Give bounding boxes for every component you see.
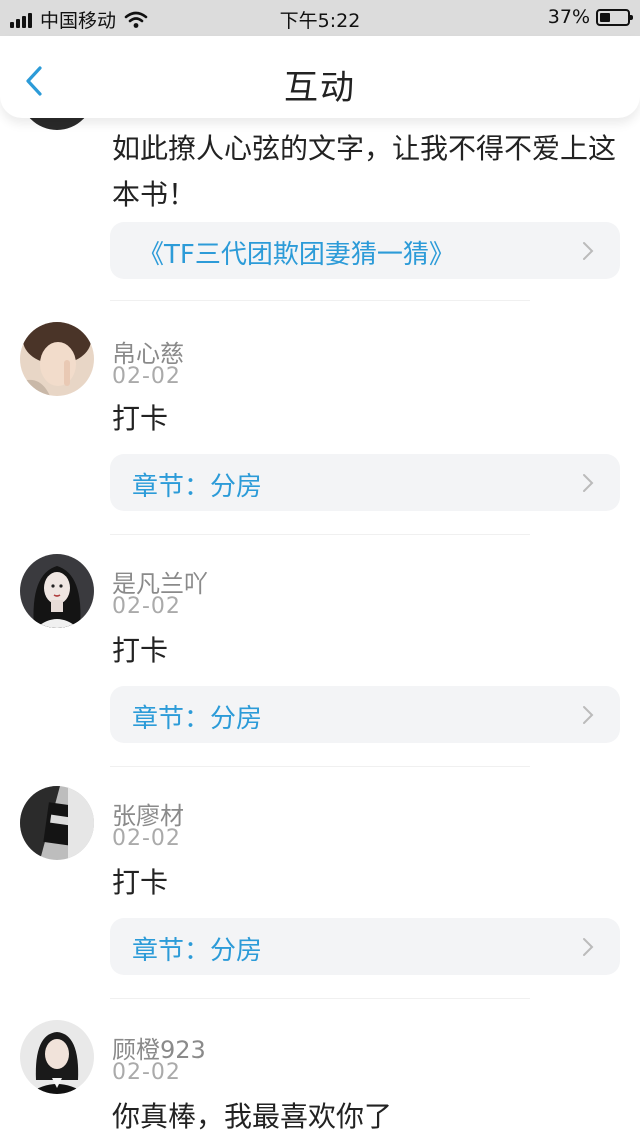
page-title: 互动	[284, 68, 356, 108]
chapter-label: 章节：分房	[132, 472, 263, 502]
chevron-right-icon	[583, 242, 594, 260]
chapter-link-button[interactable]: 章节：分房	[110, 686, 620, 743]
battery-icon	[596, 8, 633, 26]
status-right: 37%	[547, 6, 633, 28]
comment-text: 打卡	[112, 634, 169, 667]
chevron-right-icon	[583, 706, 594, 724]
comment-text: 如此撩人心弦的文字，让我不得不爱上这本书！	[112, 132, 617, 211]
avatar[interactable]	[20, 554, 94, 628]
chapter-link-button[interactable]: 章节：分房	[110, 454, 620, 511]
comment-list[interactable]: 如此撩人心弦的文字，让我不得不爱上这本书！ 《TF三代团欺团妻猜一猜》 帛心慈 …	[0, 118, 640, 1139]
divider	[110, 534, 530, 535]
chapter-label: 章节：分房	[132, 936, 263, 966]
avatar[interactable]	[20, 118, 94, 130]
avatar[interactable]	[20, 786, 94, 860]
status-time: 下午5:22	[279, 10, 361, 32]
divider	[110, 998, 530, 999]
avatar[interactable]	[20, 322, 94, 396]
comment-date: 02-02	[112, 594, 181, 619]
battery-percent: 37%	[547, 6, 590, 28]
comment-date: 02-02	[112, 364, 181, 389]
chevron-right-icon	[583, 474, 594, 492]
comment-date: 02-02	[112, 1060, 181, 1085]
comment-date: 02-02	[112, 826, 181, 851]
chevron-right-icon	[583, 938, 594, 956]
chapter-link-button[interactable]: 章节：分房	[110, 918, 620, 975]
divider	[110, 766, 530, 767]
avatar[interactable]	[20, 1020, 94, 1094]
comment-text: 你真棒，我最喜欢你了	[112, 1100, 393, 1133]
status-bar: 中国移动 下午5:22 37%	[0, 0, 640, 36]
divider	[110, 300, 530, 301]
book-link-button[interactable]: 《TF三代团欺团妻猜一猜》	[110, 222, 620, 279]
comment-text: 打卡	[112, 402, 169, 435]
comment-text: 打卡	[112, 866, 169, 899]
book-link-label: 《TF三代团欺团妻猜一猜》	[138, 240, 455, 270]
nav-bar: 互动	[0, 36, 640, 118]
chapter-label: 章节：分房	[132, 704, 263, 734]
